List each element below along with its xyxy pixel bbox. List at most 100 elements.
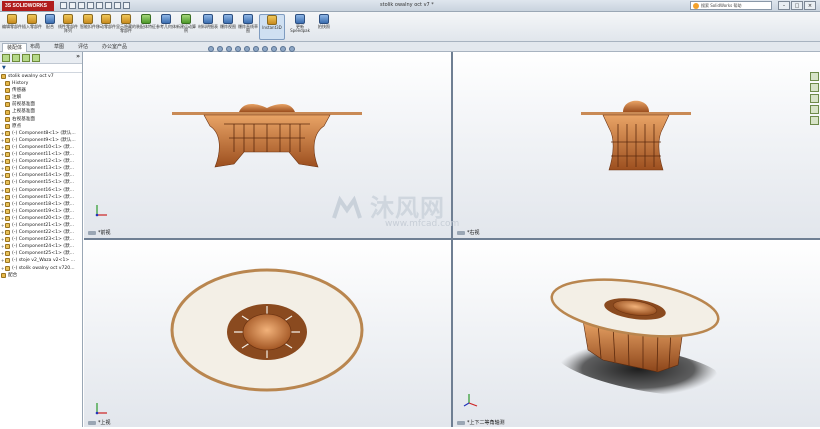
viewport-isometric[interactable]: *上下二等角轴测	[453, 240, 820, 427]
minimize-button[interactable]: –	[778, 1, 790, 10]
feature-manager-tab-icon[interactable]	[2, 54, 10, 62]
tree-item-component[interactable]: + (-) Component18<1> (默...	[1, 201, 82, 208]
tree-item-component[interactable]: + (-) Component19<1> (默...	[1, 208, 82, 215]
hide-show-items-icon[interactable]	[262, 46, 268, 52]
instant3d-button[interactable]: Instant3D	[259, 14, 285, 40]
save-icon[interactable]	[78, 2, 85, 9]
tree-item-mates[interactable]: 配合	[1, 272, 82, 279]
command-tabs: 装配体 布局 草图 评估 办公室产品	[0, 42, 820, 52]
mate-button[interactable]: 配合	[40, 14, 60, 40]
section-view-icon[interactable]	[235, 46, 241, 52]
apply-scene-icon[interactable]	[280, 46, 286, 52]
property-manager-tab-icon[interactable]	[12, 54, 20, 62]
tree-item-component[interactable]: + (-) Component14<1> (默...	[1, 172, 82, 179]
tree-item-component[interactable]: + (-) Component12<1> (默...	[1, 158, 82, 165]
axis-triad-icon	[95, 403, 107, 415]
watermark-url: www.mfcad.com	[385, 219, 460, 229]
file-explorer-icon[interactable]	[810, 94, 819, 103]
speedpak-icon	[295, 14, 305, 24]
instant3d-icon	[267, 15, 277, 25]
part-icon	[5, 144, 10, 150]
part-icon	[5, 265, 10, 271]
part-icon	[5, 194, 10, 200]
undo-icon[interactable]	[96, 2, 103, 9]
new-icon[interactable]	[60, 2, 67, 9]
zoom-to-fit-icon[interactable]	[208, 46, 214, 52]
help-search-input[interactable]: 搜索 SolidWorks 帮助	[690, 1, 772, 10]
motion-study-button[interactable]: 新建运动算例	[176, 14, 196, 40]
print-icon[interactable]	[87, 2, 94, 9]
panel-tabs: »	[0, 52, 82, 64]
open-icon[interactable]	[69, 2, 76, 9]
configuration-manager-tab-icon[interactable]	[22, 54, 30, 62]
exploded-view-button[interactable]: 爆炸视图	[218, 14, 238, 40]
viewport-right[interactable]: *右视	[453, 52, 820, 238]
tree-item-component[interactable]: + (-) Component11<1> (默...	[1, 151, 82, 158]
tree-item-component[interactable]: + (-) Component21<1> (默...	[1, 222, 82, 229]
tree-item-component[interactable]: + (-) Component24<1> (默...	[1, 243, 82, 250]
rebuild-icon[interactable]	[114, 2, 121, 9]
reference-geometry-button[interactable]: 参考几何体	[156, 14, 176, 40]
tree-item-component[interactable]: + (-) stolik owalny oct v720...	[1, 265, 82, 272]
update-speedpak-button[interactable]: 更新 Speedpak	[288, 14, 312, 40]
tree-item-component[interactable]: + (-) Component20<1> (默...	[1, 215, 82, 222]
appearances-icon[interactable]	[810, 116, 819, 125]
design-library-icon[interactable]	[810, 83, 819, 92]
explode-line-sketch-button[interactable]: 爆炸直线草图	[238, 14, 258, 40]
tree-root[interactable]: stolik owalny oct v7	[1, 73, 82, 80]
tree-item-component[interactable]: + (-) Component9<1> (默认...	[1, 137, 82, 144]
tree-item-component[interactable]: + (-) Component13<1> (默...	[1, 165, 82, 172]
zoom-to-area-icon[interactable]	[217, 46, 223, 52]
tree-item-history[interactable]: History	[1, 80, 82, 87]
select-icon[interactable]	[105, 2, 112, 9]
tree-item-component[interactable]: + (-) Component10<1> (默...	[1, 144, 82, 151]
show-hidden-icon	[121, 14, 131, 24]
tab-layout[interactable]: 布局	[26, 43, 44, 52]
edit-appearance-icon[interactable]	[271, 46, 277, 52]
show-hidden-button[interactable]: 显示隐藏的零部件	[116, 14, 136, 40]
tree-item-component[interactable]: + (-) Component25<1> (默...	[1, 250, 82, 257]
edit-component-button[interactable]: 编辑零部件	[2, 14, 22, 40]
expand-panel-icon[interactable]: »	[76, 53, 80, 60]
maximize-button[interactable]: □	[791, 1, 803, 10]
insert-component-button[interactable]: 插入零部件	[22, 14, 42, 40]
tree-item-sensors[interactable]: 传感器	[1, 87, 82, 94]
display-style-icon[interactable]	[253, 46, 259, 52]
tab-office-products[interactable]: 办公室产品	[98, 43, 131, 52]
plane-icon	[5, 109, 10, 115]
tree-item-origin[interactable]: 原点	[1, 123, 82, 130]
view-settings-icon[interactable]	[289, 46, 295, 52]
take-snapshot-button[interactable]: 拍快照	[314, 14, 334, 40]
bom-button[interactable]: 材料明细表	[198, 14, 218, 40]
tree-item-component[interactable]: + (-) Component15<1> (默...	[1, 179, 82, 186]
tree-item-annotations[interactable]: 注解	[1, 94, 82, 101]
move-component-button[interactable]: 移动零部件	[96, 14, 116, 40]
view-orientation-icon[interactable]	[244, 46, 250, 52]
tree-item-right-plane[interactable]: 右视基准面	[1, 116, 82, 123]
button-label: 装配体特征	[136, 24, 156, 29]
previous-view-icon[interactable]	[226, 46, 232, 52]
display-manager-tab-icon[interactable]	[32, 54, 40, 62]
tree-item-component[interactable]: + (-) Component17<1> (默...	[1, 194, 82, 201]
smart-fasteners-button[interactable]: 智能扣件	[78, 14, 98, 40]
assembly-features-button[interactable]: 装配体特征	[136, 14, 156, 40]
tree-filter[interactable]: ▼	[0, 64, 82, 73]
tree-item-top-plane[interactable]: 上视基准面	[1, 108, 82, 115]
mates-icon	[1, 272, 6, 278]
close-button[interactable]: ×	[804, 1, 816, 10]
view-palette-icon[interactable]	[810, 105, 819, 114]
tree-item-front-plane[interactable]: 前视基准面	[1, 101, 82, 108]
tree-item-component[interactable]: + (-) stoje v2_Waza v2<1> ...	[1, 257, 82, 264]
tree-item-component[interactable]: + (-) Component23<1> (默...	[1, 236, 82, 243]
tree-item-component[interactable]: + (-) Component16<1> (默...	[1, 187, 82, 194]
tree-item-component[interactable]: + (-) Component22<1> (默...	[1, 229, 82, 236]
options-icon[interactable]	[123, 2, 130, 9]
tree-item-component[interactable]: + (-) Component8<1> (默认...	[1, 130, 82, 137]
viewport-top[interactable]: *上视	[84, 240, 451, 427]
viewport-splitter-vertical[interactable]	[451, 52, 453, 427]
linear-pattern-button[interactable]: 线性零部件阵列	[58, 14, 78, 40]
tab-sketch[interactable]: 草图	[50, 43, 68, 52]
tab-evaluate[interactable]: 评估	[74, 43, 92, 52]
tab-assembly[interactable]: 装配体	[2, 43, 28, 52]
solidworks-resources-icon[interactable]	[810, 72, 819, 81]
